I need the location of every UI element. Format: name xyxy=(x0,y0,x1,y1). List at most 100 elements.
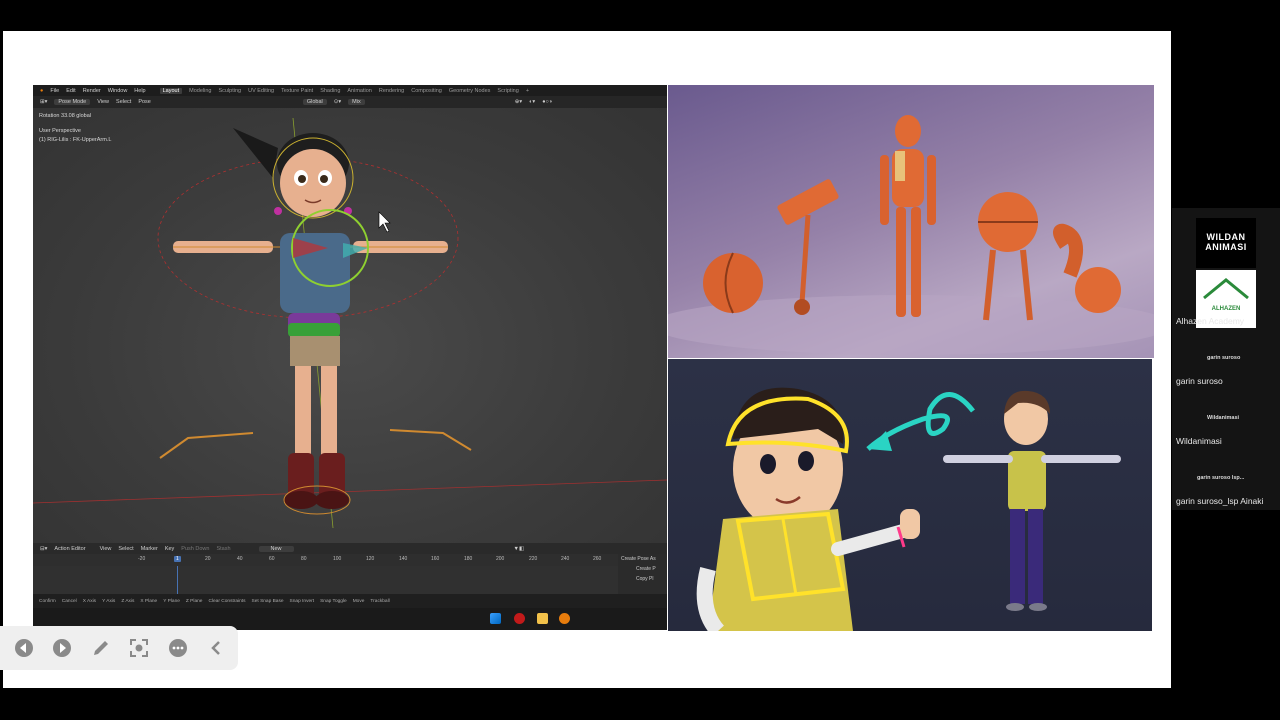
push-down-button[interactable]: Push Down xyxy=(181,546,209,552)
previous-icon[interactable] xyxy=(13,637,35,659)
tab-layout[interactable]: Layout xyxy=(159,87,183,94)
menu-render[interactable]: Render xyxy=(83,88,101,94)
timeline-header: ⊟▾ Action Editor View Select Marker Key … xyxy=(33,543,667,554)
blender-menubar: ● File Edit Render Window Help Layout Mo… xyxy=(33,85,667,96)
mode-dropdown[interactable]: Pose Mode xyxy=(54,99,91,105)
editor-type-icon[interactable]: ⊞▾ xyxy=(40,99,47,105)
rig-examples-image xyxy=(668,85,1154,358)
more-icon[interactable] xyxy=(167,637,189,659)
pose-menu[interactable]: Pose xyxy=(138,99,151,105)
app-icon[interactable] xyxy=(514,613,525,624)
action-track-area[interactable] xyxy=(33,566,623,594)
svg-text:ALHAZEN: ALHAZEN xyxy=(1212,306,1241,312)
participant-tile-text: Wildanimasi xyxy=(1207,415,1240,421)
pose-library-panel: Create Pose As Create P Copy Pl xyxy=(618,554,667,594)
tab-sculpting[interactable]: Sculpting xyxy=(218,88,241,94)
overlay-icon[interactable]: ◐▾ xyxy=(529,99,535,105)
orange-mannequins-illustration xyxy=(668,115,1154,355)
copy-pose-button[interactable]: Copy Pl xyxy=(618,574,667,584)
status-snap-base: Set Snap Base xyxy=(251,598,284,604)
participant-tile-text: garin suroso lsp... xyxy=(1197,475,1245,481)
create-pose-asset-button[interactable]: Create Pose As xyxy=(618,554,667,564)
add-workspace-button[interactable]: + xyxy=(526,88,529,94)
timeline-view-menu[interactable]: View xyxy=(100,546,112,552)
current-frame-indicator[interactable]: 1 xyxy=(174,556,181,562)
character-rig-figure xyxy=(33,117,667,529)
menu-file[interactable]: File xyxy=(50,88,59,94)
status-bar: Confirm Cancel X Axis Y Axis Z Axis X Pl… xyxy=(33,594,667,608)
frame-tick: 20 xyxy=(205,556,211,562)
orientation-dropdown[interactable]: Global xyxy=(302,99,327,105)
tab-texture-paint[interactable]: Texture Paint xyxy=(281,88,313,94)
status-clear-constraints: Clear Constraints xyxy=(208,598,246,604)
pivot-icon[interactable]: ⊙▾ xyxy=(334,99,341,105)
blender-window: ● File Edit Render Window Help Layout Mo… xyxy=(33,85,667,630)
timeline-key-menu[interactable]: Key xyxy=(165,546,174,552)
frame-tick: 100 xyxy=(333,556,342,562)
tab-geometry-nodes[interactable]: Geometry Nodes xyxy=(449,88,491,94)
tab-uv-editing[interactable]: UV Editing xyxy=(248,88,274,94)
play-icon[interactable] xyxy=(51,637,73,659)
participants-panel: WILDAN ANIMASI ALHAZEN Alhazen Academy ga… xyxy=(1172,208,1280,510)
tab-compositing[interactable]: Compositing xyxy=(411,88,442,94)
pivot-dropdown[interactable]: Mix xyxy=(348,99,365,105)
wildan-animasi-logo: WILDAN ANIMASI xyxy=(1196,218,1256,268)
frame-tick: 220 xyxy=(529,556,538,562)
frame-tick: 40 xyxy=(237,556,243,562)
new-action-button[interactable]: New xyxy=(258,545,294,552)
character-rigging-image xyxy=(668,359,1152,631)
frame-ruler[interactable]: -20 1 20 40 60 80 100 120 140 160 180 20… xyxy=(33,554,623,566)
frame-tick: 140 xyxy=(399,556,408,562)
status-y-axis: Y Axis xyxy=(102,598,116,604)
participant-name[interactable]: garin suroso_lsp Ainaki xyxy=(1176,496,1263,506)
viewport-gizmo-icon[interactable]: ⊕▾ xyxy=(515,99,522,105)
shading-icon[interactable]: ●○◑ xyxy=(542,99,552,105)
menu-edit[interactable]: Edit xyxy=(66,88,75,94)
3d-viewport[interactable]: Rotation 33.08 global User Perspective (… xyxy=(33,108,667,543)
status-z-axis: Z Axis xyxy=(121,598,135,604)
timeline-marker-menu[interactable]: Marker xyxy=(141,546,158,552)
select-menu[interactable]: Select xyxy=(116,99,131,105)
action-editor-dropdown[interactable]: Action Editor xyxy=(54,546,85,552)
file-explorer-icon[interactable] xyxy=(537,613,548,624)
participant-name[interactable]: Wildanimasi xyxy=(1176,436,1222,446)
participant-name[interactable]: garin suroso xyxy=(1176,376,1223,386)
status-x-plane: X Plane xyxy=(140,598,158,604)
collapse-icon[interactable] xyxy=(205,637,227,659)
blender-taskbar-icon[interactable] xyxy=(559,613,570,624)
stash-button[interactable]: Stash xyxy=(216,546,230,552)
tab-modeling[interactable]: Modeling xyxy=(189,88,211,94)
status-cancel: Cancel xyxy=(61,598,77,604)
windows-start-icon[interactable] xyxy=(490,613,501,624)
frame-tick: 60 xyxy=(269,556,275,562)
status-z-plane: Z Plane xyxy=(185,598,203,604)
tab-animation[interactable]: Animation xyxy=(347,88,371,94)
timeline-editor-icon[interactable]: ⊟▾ xyxy=(40,546,47,552)
participant-name[interactable]: Alhazen Academy xyxy=(1176,316,1244,326)
view-menu[interactable]: View xyxy=(97,99,109,105)
timeline-select-menu[interactable]: Select xyxy=(118,546,133,552)
status-move: Move xyxy=(352,598,365,604)
focus-icon[interactable] xyxy=(128,637,150,659)
tab-rendering[interactable]: Rendering xyxy=(379,88,404,94)
status-snap-toggle: Snap Toggle xyxy=(320,598,347,604)
create-pose-button[interactable]: Create P xyxy=(618,564,667,574)
tab-scripting[interactable]: Scripting xyxy=(497,88,518,94)
frame-tick: 260 xyxy=(593,556,602,562)
status-snap-invert: Snap Invert xyxy=(289,598,315,604)
tab-shading[interactable]: Shading xyxy=(320,88,340,94)
menu-window[interactable]: Window xyxy=(108,88,128,94)
blender-logo-icon[interactable]: ● xyxy=(40,88,43,94)
status-trackball: Trackball xyxy=(370,598,390,604)
frame-tick: 200 xyxy=(496,556,505,562)
menu-help[interactable]: Help xyxy=(134,88,145,94)
filter-icon[interactable]: ▼◧ xyxy=(514,546,525,552)
frame-tick: 160 xyxy=(431,556,440,562)
playhead-line xyxy=(177,566,178,594)
frame-tick: -20 xyxy=(138,556,146,562)
pen-icon[interactable] xyxy=(90,637,112,659)
frame-tick: 240 xyxy=(561,556,570,562)
presentation-controls xyxy=(0,626,238,670)
participant-tile-text: garin suroso xyxy=(1207,355,1241,361)
viewport-header: ⊞▾ Pose Mode View Select Pose Global ⊙▾ … xyxy=(33,96,667,108)
